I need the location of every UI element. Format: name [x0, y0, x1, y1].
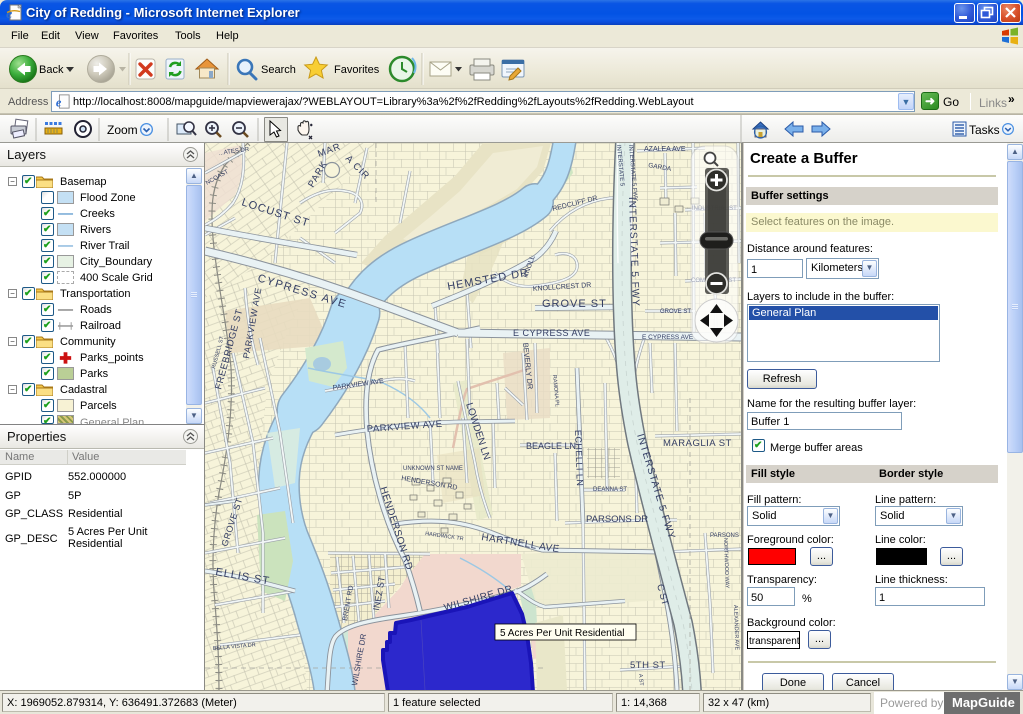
svg-text:DEANNA ST: DEANNA ST [593, 487, 627, 493]
svg-text:ECHELLI LN: ECHELLI LN [573, 430, 585, 487]
svg-text:A ST: A ST [637, 674, 644, 687]
svg-text:e: e [6, 7, 12, 21]
svg-text:AZALEA AVE: AZALEA AVE [644, 146, 686, 153]
svg-text:5 Acres Per Unit Residential: 5 Acres Per Unit Residential [500, 628, 625, 639]
svg-text:GROVE ST: GROVE ST [542, 298, 607, 310]
svg-text:Search: Search [261, 64, 296, 76]
svg-text:UNKNOWN ST NAME: UNKNOWN ST NAME [403, 466, 463, 472]
svg-text:Favorites: Favorites [334, 64, 380, 76]
svg-text:E CYPRESS AVE: E CYPRESS AVE [513, 328, 590, 338]
svg-text:E CYPRESS AVE: E CYPRESS AVE [642, 334, 694, 341]
svg-text:Back: Back [39, 64, 64, 76]
svg-text:e: e [56, 95, 62, 109]
svg-text:PARSONS DR: PARSONS DR [586, 514, 648, 525]
svg-text:MARAGLIA ST: MARAGLIA ST [663, 438, 732, 449]
svg-text:5TH ST: 5TH ST [630, 660, 666, 671]
svg-text:BEAGLE LN: BEAGLE LN [526, 441, 576, 451]
svg-text:GROVE ST: GROVE ST [660, 309, 691, 315]
